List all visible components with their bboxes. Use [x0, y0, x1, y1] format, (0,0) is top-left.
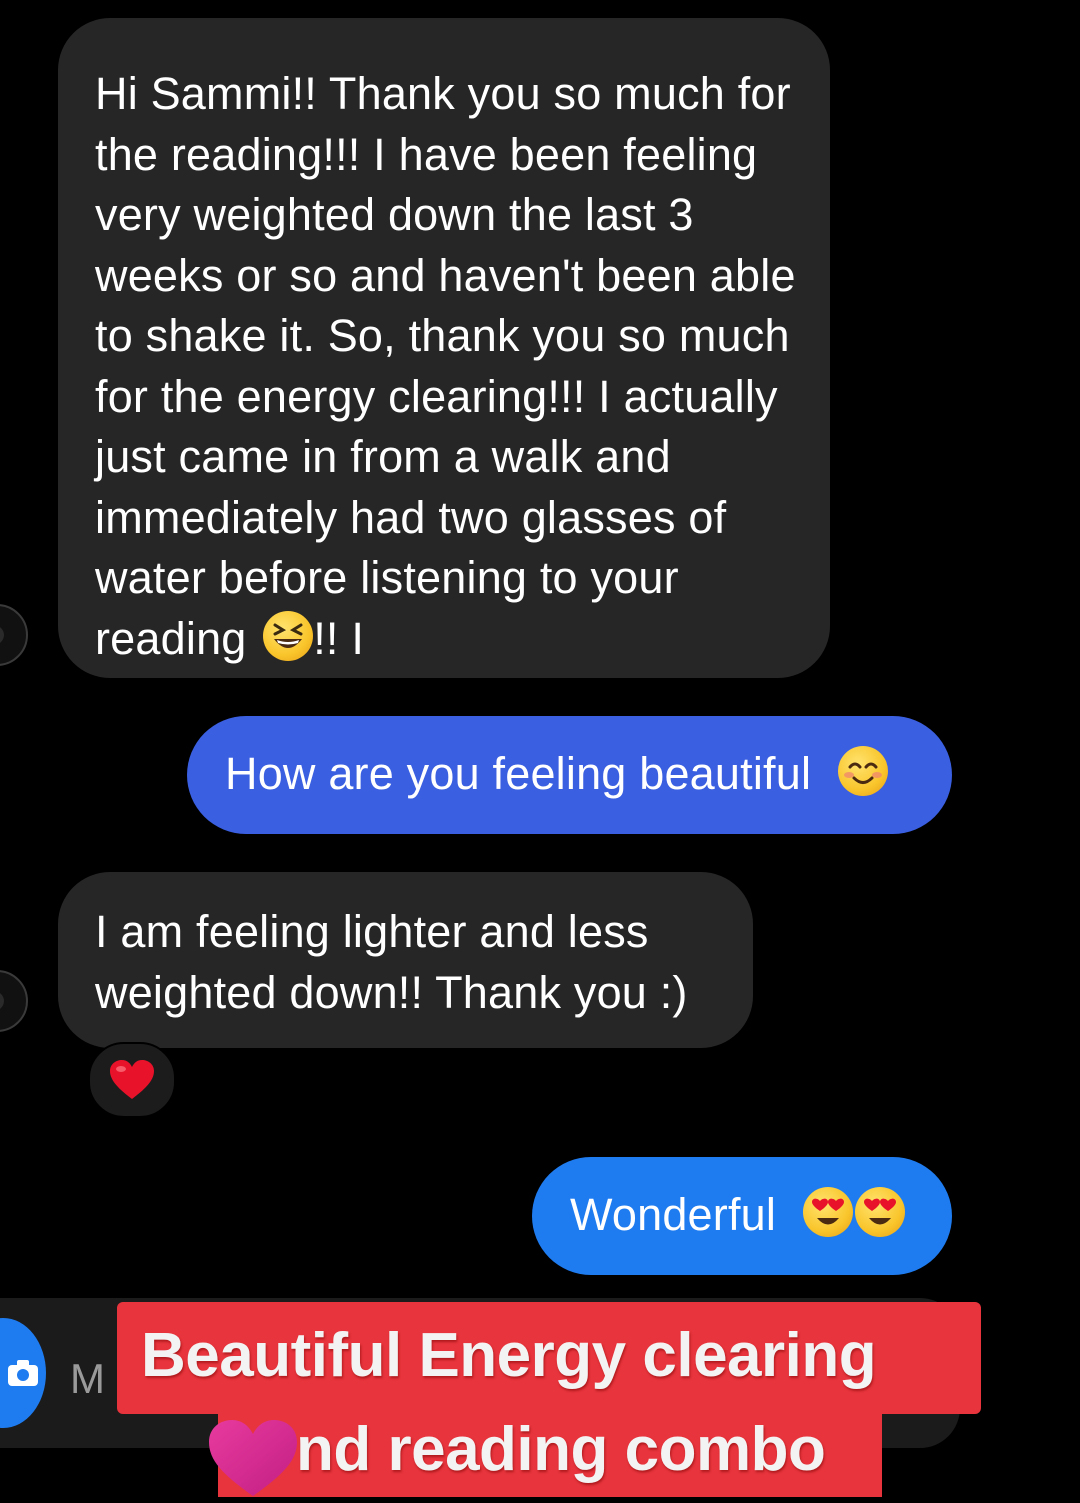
message-text-trailing: !! I [313, 612, 365, 664]
smiling-face-icon [837, 746, 888, 796]
message-text: Hi Sammi!! Thank you so much for the rea… [95, 68, 796, 664]
caption-line-2: nd reading combo [218, 1410, 882, 1497]
red-heart-icon [110, 1060, 154, 1099]
camera-icon [8, 1360, 38, 1386]
grinning-squinting-face-icon [263, 610, 314, 661]
sender-avatar[interactable] [0, 970, 28, 1032]
outgoing-message-bubble[interactable]: Wonderful [532, 1157, 952, 1275]
message-reaction[interactable] [88, 1042, 176, 1118]
message-text: I am feeling lighter and less weighted d… [95, 906, 688, 1018]
heart-eyes-icon [802, 1187, 853, 1237]
outgoing-message-bubble[interactable]: How are you feeling beautiful [187, 716, 952, 834]
pink-heart-icon [206, 1418, 300, 1503]
incoming-message-bubble[interactable]: I am feeling lighter and less weighted d… [58, 872, 753, 1048]
composer-placeholder: M [70, 1355, 105, 1402]
incoming-message-bubble[interactable]: Hi Sammi!! Thank you so much for the rea… [58, 18, 830, 678]
sender-avatar[interactable] [0, 604, 28, 666]
caption-line-1: Beautiful Energy clearing [117, 1302, 981, 1414]
message-text: How are you feeling beautiful [225, 748, 812, 799]
message-text: Wonderful [570, 1189, 777, 1240]
heart-eyes-icon [854, 1187, 905, 1237]
